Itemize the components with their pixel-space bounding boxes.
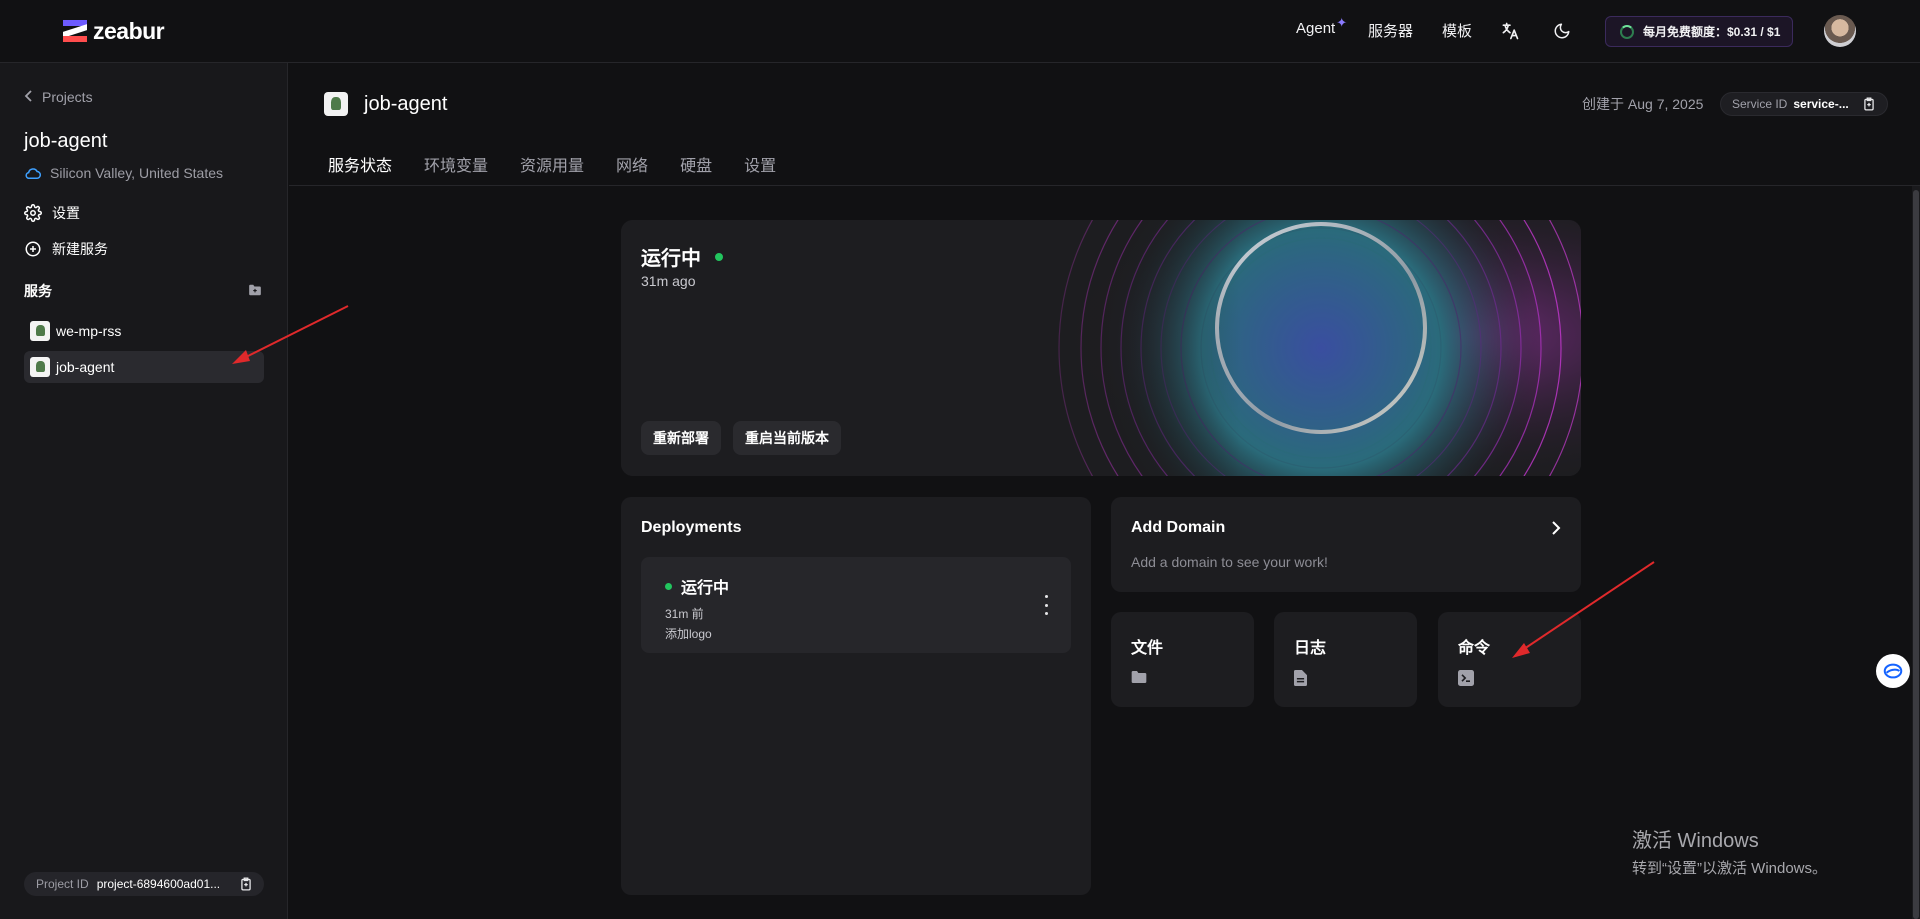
- sidebar-item-new-service[interactable]: 新建服务: [24, 239, 108, 259]
- top-bar: zeabur Agent ✦ 服务器 模板 每月免费额度：$0.31 / $1: [0, 0, 1920, 63]
- translate-icon[interactable]: [1498, 19, 1522, 43]
- windows-activation-watermark: 激活 Windows 转到“设置”以激活 Windows。: [1632, 824, 1827, 878]
- deployment-commit-message: 添加logo: [665, 627, 712, 641]
- nav-agent[interactable]: Agent ✦: [1296, 15, 1347, 38]
- command-title: 命令: [1458, 640, 1491, 657]
- service-name: job-agent: [56, 359, 115, 375]
- running-indicator-dot: [665, 582, 672, 590]
- tab-network[interactable]: 网络: [616, 152, 648, 176]
- running-indicator-dot: [715, 252, 723, 261]
- project-region: Silicon Valley, United States: [24, 165, 223, 181]
- tabs-divider: [289, 185, 1920, 186]
- sidebar-service-item-active[interactable]: job-agent: [24, 351, 264, 383]
- tab-disk[interactable]: 硬盘: [680, 152, 712, 176]
- services-section-label: 服务: [24, 283, 52, 299]
- tab-resources[interactable]: 资源用量: [520, 152, 584, 176]
- chat-bubble-icon: [1883, 663, 1903, 679]
- status-time: 31m ago: [641, 273, 696, 289]
- nav-servers[interactable]: 服务器: [1368, 20, 1413, 41]
- back-link-label: Projects: [42, 89, 93, 105]
- moon-icon[interactable]: [1550, 19, 1574, 43]
- scrollbar-thumb[interactable]: [1913, 190, 1919, 919]
- project-id-badge[interactable]: Project ID project-6894600ad01...: [24, 872, 264, 896]
- service-status-label: 运行中: [641, 248, 701, 270]
- cloud-icon: [25, 168, 42, 179]
- deployment-item[interactable]: 运行中 31m 前 添加logo: [641, 557, 1071, 653]
- sidebar-settings-label: 设置: [52, 205, 80, 221]
- deployment-time: 31m 前: [665, 607, 704, 621]
- terminal-icon: [1458, 670, 1474, 686]
- watermark-line-1: 激活 Windows: [1632, 830, 1759, 852]
- created-date: 创建于 Aug 7, 2025: [1582, 96, 1704, 112]
- region-label: Silicon Valley, United States: [50, 165, 224, 181]
- copy-icon[interactable]: [240, 877, 252, 891]
- deployment-status: 运行中: [665, 574, 729, 598]
- deployment-status-label: 运行中: [681, 580, 730, 597]
- logs-shortcut-card[interactable]: 日志: [1274, 612, 1417, 707]
- add-domain-subtitle: Add a domain to see your work!: [1131, 554, 1328, 570]
- add-domain-title: Add Domain: [1131, 519, 1226, 536]
- restart-button[interactable]: 重启当前版本: [733, 421, 841, 455]
- folder-plus-icon[interactable]: [248, 283, 262, 301]
- service-id-value: service-...: [1793, 97, 1849, 111]
- credit-progress-ring: [1620, 24, 1634, 39]
- service-id-badge[interactable]: Service ID service-...: [1720, 92, 1888, 116]
- service-avatar-icon: [30, 357, 50, 377]
- logs-title: 日志: [1294, 640, 1327, 657]
- service-name: we-mp-rss: [56, 323, 122, 339]
- sidebar-service-item[interactable]: we-mp-rss: [24, 315, 264, 347]
- more-options-icon[interactable]: [1041, 595, 1051, 615]
- service-status: 运行中: [641, 242, 723, 271]
- files-shortcut-card[interactable]: 文件: [1111, 612, 1254, 707]
- brand-name: zeabur: [93, 17, 165, 44]
- service-title: job-agent: [364, 93, 448, 115]
- tab-settings[interactable]: 设置: [744, 152, 776, 176]
- project-id-value: project-6894600ad01...: [96, 877, 221, 891]
- nav-agent-label: Agent: [1296, 20, 1336, 37]
- files-title: 文件: [1131, 640, 1164, 657]
- sidebar: Projects job-agent Silicon Valley, Unite…: [0, 63, 288, 919]
- status-hero-card: 运行中 31m ago 重新部署 重启当前版本: [621, 220, 1581, 476]
- command-shortcut-card[interactable]: 命令: [1438, 612, 1581, 707]
- chevron-left-icon: [24, 89, 34, 105]
- copy-icon[interactable]: [1863, 97, 1875, 111]
- folder-icon: [1131, 671, 1147, 683]
- free-credit-badge[interactable]: 每月免费额度：$0.31 / $1: [1605, 16, 1793, 47]
- zeabur-logo-icon: [63, 20, 87, 42]
- deployments-card: Deployments 运行中 31m 前 添加logo: [621, 497, 1091, 895]
- sparkle-icon: ✦: [1336, 14, 1348, 30]
- service-avatar-icon: [30, 321, 50, 341]
- tab-status[interactable]: 服务状态: [328, 152, 392, 176]
- project-id-label: Project ID: [36, 877, 89, 891]
- service-header-icon: [324, 92, 348, 116]
- chevron-right-icon: [1552, 521, 1561, 535]
- support-chat-button[interactable]: [1876, 654, 1910, 688]
- deployments-title: Deployments: [641, 519, 742, 536]
- gear-icon: [24, 204, 42, 222]
- tab-env-vars[interactable]: 环境变量: [424, 152, 488, 176]
- zeabur-logo[interactable]: zeabur: [63, 17, 165, 44]
- project-name: job-agent: [24, 130, 108, 152]
- free-credit-text: 每月免费额度：$0.31 / $1: [1643, 25, 1781, 39]
- service-id-label: Service ID: [1732, 97, 1788, 111]
- user-avatar[interactable]: [1824, 15, 1856, 47]
- add-domain-card[interactable]: Add Domain Add a domain to see your work…: [1111, 497, 1581, 592]
- nav-templates[interactable]: 模板: [1442, 20, 1472, 41]
- watermark-line-2: 转到“设置”以激活 Windows。: [1632, 860, 1828, 877]
- service-tabs: 服务状态 环境变量 资源用量 网络 硬盘 设置: [328, 152, 808, 176]
- file-text-icon: [1294, 670, 1307, 686]
- plus-circle-icon: [25, 241, 41, 257]
- sidebar-item-settings[interactable]: 设置: [24, 203, 80, 223]
- sidebar-new-service-label: 新建服务: [52, 241, 108, 257]
- back-to-projects-link[interactable]: Projects: [24, 89, 93, 105]
- redeploy-button[interactable]: 重新部署: [641, 421, 721, 455]
